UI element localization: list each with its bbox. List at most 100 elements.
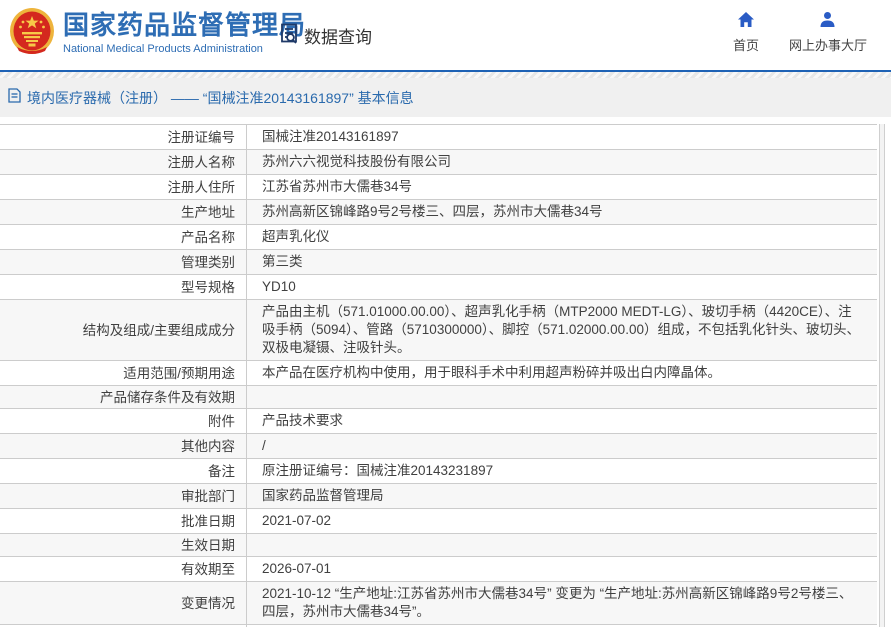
- table-row: 附件 产品技术要求: [0, 409, 877, 434]
- row-value-text: 产品由主机（571.01000.00.00）、超声乳化手柄（MTP2000 ME…: [262, 303, 863, 357]
- national-emblem-logo: [9, 7, 55, 55]
- row-label: 审批部门: [0, 484, 247, 508]
- row-value: 2021-07-02: [247, 509, 877, 533]
- table-row: 注册人住所 江苏省苏州市大儒巷34号: [0, 175, 877, 200]
- table-row: 型号规格 YD10: [0, 275, 877, 300]
- table-row: 注册人名称 苏州六六视觉科技股份有限公司: [0, 150, 877, 175]
- row-label-text: 批准日期: [181, 513, 235, 530]
- table-row: 产品储存条件及有效期: [0, 386, 877, 409]
- table-row: 结构及组成/主要组成成分 产品由主机（571.01000.00.00）、超声乳化手…: [0, 300, 877, 361]
- row-label-text: 注册人住所: [168, 179, 236, 196]
- gap-strip: [0, 117, 891, 124]
- table-row: 注册证编号 国械注准20143161897: [0, 125, 877, 150]
- vertical-scrollbar[interactable]: [879, 124, 885, 627]
- page-header: 国家药品监督管理局 National Medical Products Admi…: [0, 0, 891, 70]
- row-value-text: 江苏省苏州市大儒巷34号: [262, 178, 412, 196]
- row-label-text: 产品储存条件及有效期: [100, 389, 235, 406]
- table-wrap: 注册证编号国械注准20143161897注册人名称苏州六六视觉科技股份有限公司注…: [0, 124, 891, 627]
- table-row: 变更情况 2021-10-12 “生产地址:江苏省苏州市大儒巷34号” 变更为 “…: [0, 582, 877, 625]
- row-value-text: 2021-07-02: [262, 512, 331, 530]
- row-label-text: 有效期至: [181, 561, 235, 578]
- row-label: 变更情况: [0, 582, 247, 624]
- row-value: 国家药品监督管理局: [247, 484, 877, 508]
- site-subtitle: National Medical Products Administration: [63, 43, 306, 55]
- row-label: 结构及组成/主要组成成分: [0, 300, 247, 360]
- row-value-text: /: [262, 437, 266, 455]
- row-label-text: 型号规格: [181, 279, 235, 296]
- table-row: 生效日期: [0, 534, 877, 557]
- row-label: 生产地址: [0, 200, 247, 224]
- table-row: 产品名称超声乳化仪: [0, 225, 877, 250]
- row-label: 产品名称: [0, 225, 247, 249]
- table-row: 管理类别 第三类: [0, 250, 877, 275]
- row-value: 苏州六六视觉科技股份有限公司: [247, 150, 877, 174]
- row-label-text: 注册人名称: [168, 154, 236, 171]
- row-value-text: 2026-07-01: [262, 560, 331, 578]
- row-label-text: 生效日期: [181, 537, 235, 554]
- online-hall-link-label: 网上办事大厅: [789, 35, 867, 54]
- row-value: 国械注准20143161897: [247, 125, 877, 149]
- row-value-text: 苏州六六视觉科技股份有限公司: [262, 153, 451, 171]
- row-label: 注册人住所: [0, 175, 247, 199]
- row-label-text: 管理类别: [181, 254, 235, 271]
- row-value-text: 本产品在医疗机构中使用，用于眼科手术中利用超声粉碎并吸出白内障晶体。: [262, 364, 721, 382]
- table-row: 其他内容 /: [0, 434, 877, 459]
- row-value: 超声乳化仪: [247, 225, 877, 249]
- user-icon: [819, 11, 836, 31]
- table-row: 备注 原注册证编号：国械注准20143231897: [0, 459, 877, 484]
- row-value-text: 原注册证编号：国械注准20143231897: [262, 462, 493, 480]
- home-link-label: 首页: [733, 35, 759, 54]
- row-value-text: YD10: [262, 278, 296, 296]
- row-value-text: 产品技术要求: [262, 412, 343, 430]
- online-hall-link[interactable]: 网上办事大厅: [789, 11, 867, 54]
- row-value-text: 2021-10-12 “生产地址:江苏省苏州市大儒巷34号” 变更为 “生产地址…: [262, 585, 863, 621]
- row-value: 本产品在医疗机构中使用，用于眼科手术中利用超声粉碎并吸出白内障晶体。: [247, 361, 877, 385]
- row-value-text: 苏州高新区锦峰路9号2号楼三、四层，苏州市大儒巷34号: [262, 203, 603, 221]
- data-query-nav[interactable]: 数据查询: [277, 21, 372, 50]
- breadcrumb-text: 境内医疗器械（注册） —— “国械注准20143161897” 基本信息: [27, 88, 414, 108]
- row-value: [247, 534, 877, 556]
- row-label-text: 附件: [208, 413, 235, 430]
- row-label: 生效日期: [0, 534, 247, 556]
- site-title-block: 国家药品监督管理局 National Medical Products Admi…: [63, 11, 306, 55]
- table-row: 生产地址 苏州高新区锦峰路9号2号楼三、四层，苏州市大儒巷34号: [0, 200, 877, 225]
- row-label: 附件: [0, 409, 247, 433]
- breadcrumb: 境内医疗器械（注册） —— “国械注准20143161897” 基本信息: [0, 78, 891, 117]
- row-label: 其他内容: [0, 434, 247, 458]
- home-link[interactable]: 首页: [733, 11, 759, 54]
- row-label: 有效期至: [0, 557, 247, 581]
- row-label: 适用范围/预期用途: [0, 361, 247, 385]
- row-label: 备注: [0, 459, 247, 483]
- row-label-text: 其他内容: [181, 438, 235, 455]
- row-label-text: 结构及组成/主要组成成分: [83, 322, 235, 339]
- row-value: 苏州高新区锦峰路9号2号楼三、四层，苏州市大儒巷34号: [247, 200, 877, 224]
- row-value-text: 第三类: [262, 253, 303, 271]
- row-value: [247, 386, 877, 408]
- row-label-text: 注册证编号: [168, 129, 236, 146]
- row-value: 江苏省苏州市大儒巷34号: [247, 175, 877, 199]
- row-label-text: 备注: [208, 463, 235, 480]
- info-table: 注册证编号国械注准20143161897注册人名称苏州六六视觉科技股份有限公司注…: [0, 124, 877, 627]
- home-icon: [737, 11, 755, 31]
- row-label: 型号规格: [0, 275, 247, 299]
- row-label: 产品储存条件及有效期: [0, 386, 247, 408]
- doc-search-icon: [277, 21, 301, 50]
- document-icon: [8, 88, 21, 108]
- table-row: 审批部门国家药品监督管理局: [0, 484, 877, 509]
- row-label-text: 产品名称: [181, 229, 235, 246]
- site-title: 国家药品监督管理局: [63, 11, 306, 40]
- row-label: 注册人名称: [0, 150, 247, 174]
- data-query-label: 数据查询: [304, 23, 372, 48]
- row-value: YD10: [247, 275, 877, 299]
- table-row: 有效期至 2026-07-01: [0, 557, 877, 582]
- table-row: 批准日期 2021-07-02: [0, 509, 877, 534]
- row-value-text: 国械注准20143161897: [262, 128, 399, 146]
- row-value: 2026-07-01: [247, 557, 877, 581]
- row-value: 第三类: [247, 250, 877, 274]
- row-label-text: 适用范围/预期用途: [123, 365, 235, 382]
- row-value: 产品技术要求: [247, 409, 877, 433]
- header-links: 首页 网上办事大厅: [733, 11, 867, 54]
- table-row: 适用范围/预期用途 本产品在医疗机构中使用，用于眼科手术中利用超声粉碎并吸出白内障…: [0, 361, 877, 386]
- row-label-text: 生产地址: [181, 204, 235, 221]
- row-value-text: 国家药品监督管理局: [262, 487, 384, 505]
